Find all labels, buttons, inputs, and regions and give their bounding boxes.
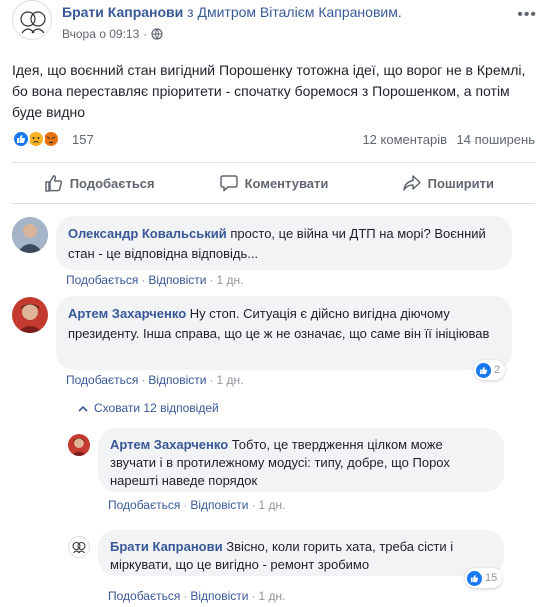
reply-like-link[interactable]: Подобається <box>108 498 180 512</box>
comment-reply-link[interactable]: Відповісти <box>148 373 206 387</box>
post-meta: Вчора о 09:13 · <box>62 27 163 41</box>
globe-icon <box>151 28 163 40</box>
reply: Брати Капранови Звісно, коли горить хата… <box>0 528 547 607</box>
reaction-icons[interactable] <box>12 130 60 148</box>
comment-reply-link[interactable]: Відповісти <box>148 273 206 287</box>
reply: Артем Захарченко Тобто, це твердження ці… <box>0 426 547 518</box>
like-button[interactable]: Подобається <box>12 163 186 203</box>
like-icon <box>12 130 30 148</box>
reply-reply-link[interactable]: Відповісти <box>190 589 248 603</box>
reply-actions: Подобається · Відповісти · 1 дн. <box>108 589 285 603</box>
avatar[interactable] <box>68 434 90 456</box>
post-timestamp[interactable]: Вчора о 09:13 <box>62 27 139 41</box>
reactions-summary: 157 12 коментарів 14 поширень <box>12 130 535 150</box>
avatar[interactable] <box>12 297 48 333</box>
reply-time[interactable]: 1 дн. <box>258 498 285 512</box>
separator: · <box>209 373 214 387</box>
separator: · <box>141 373 146 387</box>
reply-like-link[interactable]: Подобається <box>108 589 180 603</box>
reply-bubble: Брати Капранови Звісно, коли горить хата… <box>98 530 504 576</box>
comment-author[interactable]: Олександр Ковальський <box>68 226 227 241</box>
reply-actions: Подобається · Відповісти · 1 дн. <box>108 498 285 512</box>
separator: · <box>183 498 188 512</box>
separator: · <box>209 273 214 287</box>
like-icon <box>476 362 491 378</box>
share-icon <box>402 175 421 191</box>
comment: Олександр Ковальський просто, це війна ч… <box>0 212 547 292</box>
dot-separator: · <box>143 27 148 41</box>
comment-actions: Подобається · Відповісти · 1 дн. <box>66 273 243 287</box>
separator: · <box>183 589 188 603</box>
comment-time[interactable]: 1 дн. <box>216 373 243 387</box>
reply-reactions[interactable]: 15 <box>465 568 503 588</box>
post-header: Брати Капранови з Дмитром Віталієм Капра… <box>62 4 402 20</box>
separator: · <box>251 498 256 512</box>
reply-author[interactable]: Артем Захарченко <box>110 437 228 452</box>
hide-replies-label: Сховати 12 відповідей <box>94 401 219 415</box>
separator: · <box>141 273 146 287</box>
chevron-up-icon <box>78 405 88 412</box>
comment-button[interactable]: Коментувати <box>186 163 360 203</box>
post: Брати Капранови з Дмитром Віталієм Капра… <box>0 0 547 212</box>
comment-icon <box>219 175 238 192</box>
reply-bubble: Артем Захарченко Тобто, це твердження ці… <box>98 428 504 492</box>
share-button[interactable]: Поширити <box>361 163 535 203</box>
shares-count[interactable]: 14 поширень <box>457 132 535 147</box>
post-text: Ідея, що воєнний стан вигідний Порошенку… <box>12 62 526 120</box>
comment: Артем Захарченко Ну стоп. Ситуація є дій… <box>0 292 547 392</box>
thumbs-up-icon <box>44 175 62 192</box>
avatar[interactable] <box>68 536 90 558</box>
hide-replies-button[interactable]: Сховати 12 відповідей <box>78 401 219 415</box>
reply-author[interactable]: Брати Капранови <box>110 539 223 554</box>
more-options-icon[interactable]: ••• <box>517 6 537 24</box>
reply-time[interactable]: 1 дн. <box>258 589 285 603</box>
like-icon <box>467 570 482 586</box>
post-with-text[interactable]: з Дмитром Віталієм Капрановим. <box>187 4 402 20</box>
post-author[interactable]: Брати Капранови <box>62 4 183 20</box>
share-button-label: Поширити <box>427 175 495 191</box>
page-avatar[interactable] <box>12 0 52 40</box>
comment-author[interactable]: Артем Захарченко <box>68 306 186 321</box>
comments-count[interactable]: 12 коментарів <box>362 132 447 147</box>
comment-reaction-count: 2 <box>494 364 501 376</box>
comment-bubble: Артем Захарченко Ну стоп. Ситуація є дій… <box>56 296 512 370</box>
comment-actions: Подобається · Відповісти · 1 дн. <box>66 373 243 387</box>
comment-like-link[interactable]: Подобається <box>66 373 138 387</box>
action-bar: Подобається Коментувати Поширити <box>12 162 535 204</box>
like-button-label: Подобається <box>69 175 155 191</box>
comment-bubble: Олександр Ковальський просто, це війна ч… <box>56 216 512 270</box>
separator: · <box>251 589 256 603</box>
comment-like-link[interactable]: Подобається <box>66 273 138 287</box>
reaction-count[interactable]: 157 <box>72 132 94 147</box>
reply-reaction-count: 15 <box>485 572 498 584</box>
comment-button-label: Коментувати <box>244 175 329 191</box>
reply-reply-link[interactable]: Відповісти <box>190 498 248 512</box>
comment-time[interactable]: 1 дн. <box>216 273 243 287</box>
comment-reactions[interactable]: 2 <box>474 360 506 380</box>
avatar[interactable] <box>12 217 48 253</box>
